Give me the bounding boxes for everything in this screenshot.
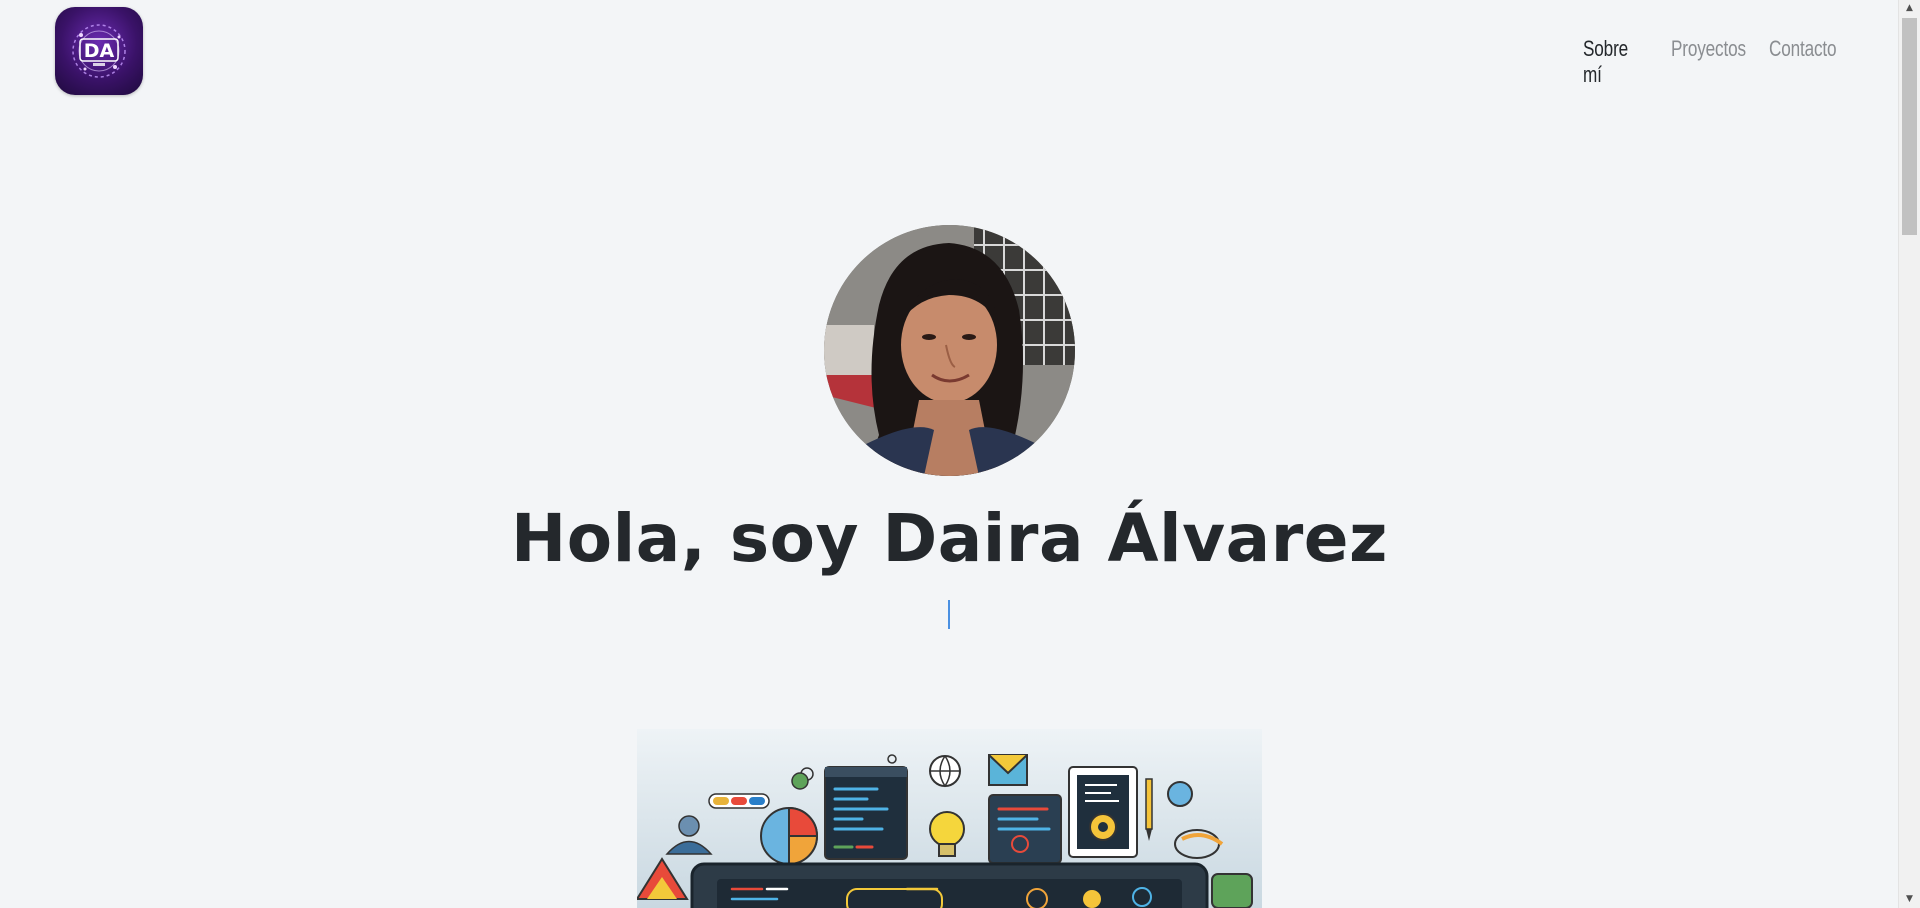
logo[interactable]: DA — [55, 7, 143, 95]
nav-link-proyectos[interactable]: Proyectos — [1671, 36, 1746, 62]
typing-cursor — [948, 600, 950, 629]
nav-link-sobre-mi[interactable]: Sobre mí — [1583, 36, 1636, 88]
logo-text: DA — [83, 40, 115, 62]
main-nav: Sobre mí Proyectos Contacto — [1583, 36, 1837, 88]
scroll-down-arrow-icon[interactable]: ▼ — [1899, 891, 1920, 908]
hero-illustration-graphic — [637, 729, 1262, 908]
page: DA Sobre mí Proyectos Contacto Hola, soy… — [0, 0, 1920, 908]
profile-photo — [824, 225, 1075, 476]
scroll-up-arrow-icon[interactable]: ▲ — [1899, 0, 1920, 17]
profile-photo-graphic — [824, 225, 1075, 476]
hero-illustration — [637, 729, 1262, 908]
nav-link-contacto[interactable]: Contacto — [1769, 36, 1837, 62]
hero-title: Hola, soy Daira Álvarez — [511, 500, 1388, 577]
scroll-thumb[interactable] — [1902, 18, 1917, 235]
page-scrollbar[interactable]: ▲ ▼ — [1898, 0, 1920, 908]
